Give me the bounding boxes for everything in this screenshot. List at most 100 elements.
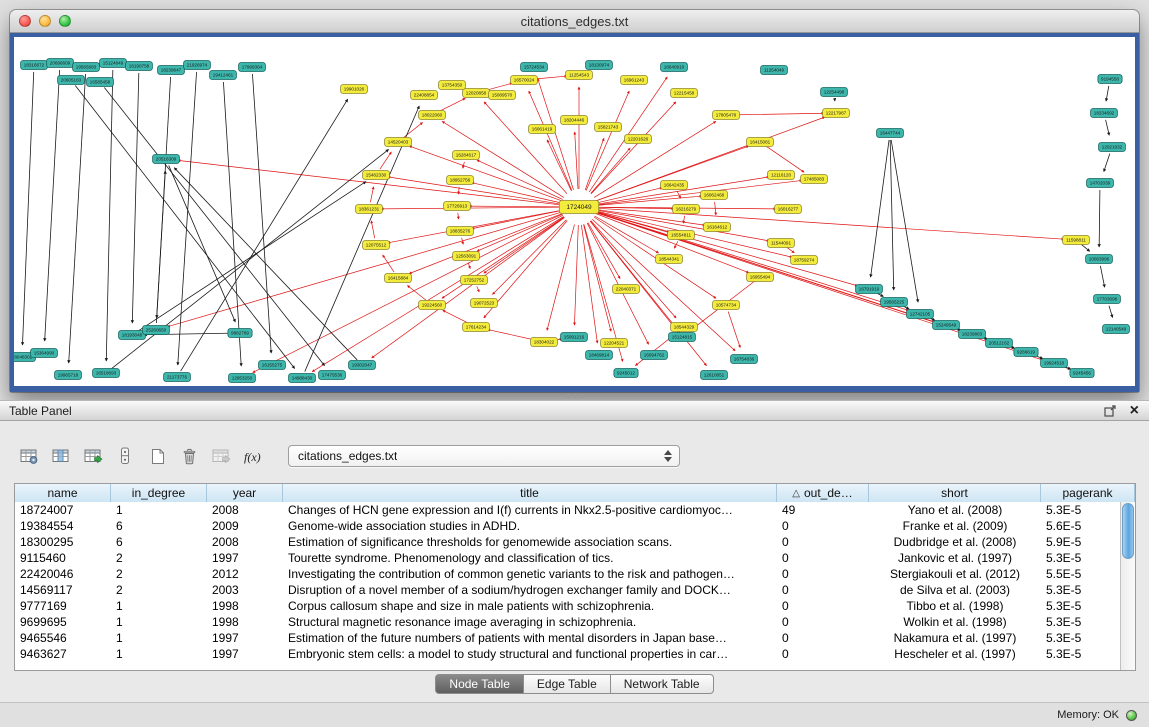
zoom-window-button[interactable]: [59, 15, 71, 27]
network-node[interactable]: 9245456: [1070, 369, 1094, 378]
network-node[interactable]: 15089570: [489, 91, 516, 100]
table-row[interactable]: 969969511998Structural magnetic resonanc…: [15, 614, 1120, 630]
network-node[interactable]: 21173776: [164, 373, 191, 382]
network-node[interactable]: 22040371: [613, 285, 640, 294]
table-row[interactable]: 1872400712008Changes of HCN gene express…: [15, 502, 1120, 518]
network-node[interactable]: 16062468: [701, 191, 728, 200]
minimize-window-button[interactable]: [39, 15, 51, 27]
network-node[interactable]: 11598811: [1063, 236, 1090, 245]
network-node[interactable]: 19565683: [73, 63, 100, 72]
network-node[interactable]: 16155275: [259, 361, 286, 370]
network-node[interactable]: 19901026: [341, 85, 368, 94]
network-node[interactable]: 12021932: [1099, 143, 1126, 152]
network-canvas[interactable]: 1831667220696609195656831512484916190758…: [14, 37, 1135, 386]
network-node[interactable]: 20605163: [58, 76, 85, 85]
network-node[interactable]: 18835276: [447, 227, 474, 236]
tab-edge-table[interactable]: Edge Table: [524, 674, 611, 694]
network-node[interactable]: 12140549: [1103, 325, 1130, 334]
network-node[interactable]: 16585458: [87, 78, 114, 87]
network-node[interactable]: 20516309: [153, 155, 180, 164]
column-header-title[interactable]: title: [283, 484, 777, 502]
network-node[interactable]: 11544091: [768, 239, 795, 248]
network-node[interactable]: 18239647: [158, 66, 185, 75]
network-node[interactable]: 11254543: [566, 71, 593, 80]
network-node[interactable]: 20512162: [986, 339, 1013, 348]
network-node[interactable]: 17475536: [319, 371, 346, 380]
column-header-year[interactable]: year: [207, 484, 283, 502]
table-row[interactable]: 1938455462009Genome-wide association stu…: [15, 518, 1120, 534]
new-column-icon[interactable]: [144, 443, 171, 469]
network-node[interactable]: 12201626: [625, 135, 652, 144]
network-node[interactable]: 15364990: [31, 349, 58, 358]
network-node[interactable]: 14988430: [289, 374, 316, 383]
network-node[interactable]: 17999364: [239, 63, 266, 72]
network-node[interactable]: 17252752: [461, 276, 488, 285]
network-node[interactable]: 12742105: [907, 310, 934, 319]
network-node[interactable]: 16961243: [621, 76, 648, 85]
network-node[interactable]: 10574734: [713, 301, 740, 310]
table-row[interactable]: 1456911722003Disruption of a novel membe…: [15, 582, 1120, 598]
float-panel-icon[interactable]: [1104, 404, 1118, 417]
network-node[interactable]: 19924510: [1041, 359, 1068, 368]
column-header-pagerank[interactable]: pagerank: [1041, 484, 1135, 502]
delete-column-icon[interactable]: [176, 443, 203, 469]
network-node[interactable]: 19302047: [349, 361, 376, 370]
network-node[interactable]: 12116120: [768, 171, 795, 180]
window-titlebar[interactable]: citations_edges.txt: [10, 10, 1139, 33]
network-node[interactable]: 19412461: [210, 71, 237, 80]
network-node[interactable]: 18022060: [419, 111, 446, 120]
table-row[interactable]: 911546021997Tourette syndrome. Phenomeno…: [15, 550, 1120, 566]
network-node[interactable]: 15091216: [561, 333, 588, 342]
scrollbar-thumb[interactable]: [1122, 503, 1134, 559]
column-header-short[interactable]: short: [869, 484, 1041, 502]
network-node[interactable]: 16955494: [747, 273, 774, 282]
network-node[interactable]: 16554811: [668, 231, 695, 240]
panel-resize-handle[interactable]: [562, 394, 588, 399]
network-node[interactable]: 15482330: [363, 171, 390, 180]
network-node[interactable]: 16164612: [704, 223, 731, 232]
network-node[interactable]: 16216279: [673, 205, 700, 214]
select-columns-icon[interactable]: [48, 443, 75, 469]
network-node[interactable]: 15821743: [595, 123, 622, 132]
table-row[interactable]: 2242004622012Investigating the contribut…: [15, 566, 1120, 582]
network-node[interactable]: 12217987: [823, 109, 850, 118]
network-node[interactable]: 17805478: [713, 111, 740, 120]
table-options-icon[interactable]: [16, 443, 43, 469]
network-node[interactable]: 16642435: [661, 181, 688, 190]
network-node[interactable]: 18239863: [959, 330, 986, 339]
network-node[interactable]: 16518693: [93, 369, 120, 378]
network-node[interactable]: 9286619: [1014, 348, 1038, 357]
network-node[interactable]: 9194558: [1098, 75, 1122, 84]
network-node[interactable]: 18316672: [21, 61, 48, 70]
network-node[interactable]: 12075512: [363, 241, 390, 250]
table-mode-icon[interactable]: [112, 443, 139, 469]
column-header-out_de[interactable]: △out_de…: [777, 484, 869, 502]
network-node[interactable]: 22408854: [411, 91, 438, 100]
column-header-in_degree[interactable]: in_degree: [111, 484, 207, 502]
network-node[interactable]: 16094762: [641, 351, 668, 360]
table-row[interactable]: 977716911998Corpus callosum shape and si…: [15, 598, 1120, 614]
network-node[interactable]: 12204521: [601, 339, 628, 348]
network-node[interactable]: 14702039: [1087, 179, 1114, 188]
network-node[interactable]: 19565225: [881, 298, 908, 307]
network-node[interactable]: 16447744: [877, 129, 904, 138]
network-node[interactable]: 17614234: [463, 323, 490, 332]
network-node[interactable]: 18544341: [656, 255, 683, 264]
network-node[interactable]: 15249549: [933, 321, 960, 330]
network-node[interactable]: 16284617: [453, 151, 480, 160]
close-panel-icon[interactable]: ×: [1130, 405, 1139, 417]
network-node[interactable]: 16791919: [856, 285, 883, 294]
network-node[interactable]: 19965718: [55, 371, 82, 380]
network-node[interactable]: 19224560: [419, 301, 446, 310]
network-node[interactable]: 25260650: [143, 326, 170, 335]
column-header-name[interactable]: name: [15, 484, 111, 502]
network-table-select[interactable]: citations_edges.txt: [288, 445, 680, 467]
table-row[interactable]: 946554611997Estimation of the future num…: [15, 630, 1120, 646]
network-node[interactable]: 10063996: [1086, 255, 1113, 264]
network-node[interactable]: 18304022: [531, 338, 558, 347]
network-node[interactable]: 18469814: [586, 351, 613, 360]
network-node[interactable]: 16016277: [775, 205, 802, 214]
network-node[interactable]: 17703098: [1094, 295, 1121, 304]
function-builder-icon[interactable]: f(x): [240, 443, 267, 469]
network-node[interactable]: 12020858: [463, 89, 490, 98]
